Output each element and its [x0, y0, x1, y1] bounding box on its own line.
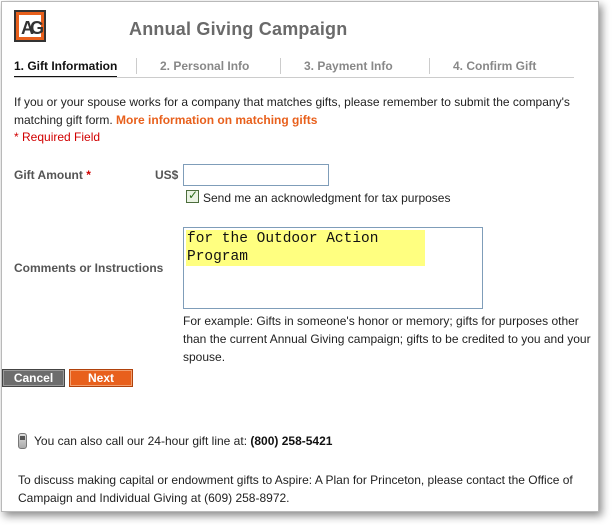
comments-label: Comments or Instructions [14, 261, 164, 275]
tab-gift-information[interactable]: 1. Gift Information [14, 56, 118, 78]
currency-label: US$ [155, 168, 179, 182]
matching-gift-notice: If you or your spouse works for a compan… [14, 93, 589, 129]
phone-icon [18, 433, 27, 449]
gift-amount-label-text: Gift Amount [14, 168, 83, 182]
comments-example-text: For example: Gifts in someone's honor or… [183, 314, 591, 364]
step-tabs: 1. Gift Information 2. Personal Info 3. … [14, 56, 574, 78]
next-button[interactable]: Next [69, 369, 133, 387]
acknowledgment-checkbox[interactable]: ✓ [186, 188, 199, 203]
gift-amount-label: Gift Amount * [14, 168, 91, 182]
acknowledgment-label[interactable]: Send me an acknowledgment for tax purpos… [203, 191, 450, 205]
page-frame: AG Annual Giving Campaign 1. Gift Inform… [1, 1, 599, 512]
tab-payment-info[interactable]: 3. Payment Info [304, 56, 393, 76]
gift-line-info: You can also call our 24-hour gift line … [34, 434, 332, 448]
checkmark-icon: ✓ [188, 188, 199, 202]
gift-line-text: You can also call our 24-hour gift line … [34, 434, 248, 448]
logo-text: AG [21, 18, 44, 38]
tab-personal-info[interactable]: 2. Personal Info [160, 56, 249, 76]
cancel-button[interactable]: Cancel [2, 369, 65, 387]
tab-divider [280, 58, 281, 74]
tab-divider [136, 58, 137, 74]
gift-amount-input[interactable] [183, 164, 329, 186]
gift-line-number: (800) 258-5421 [250, 434, 333, 448]
ag-logo: AG [14, 10, 46, 42]
page-title: Annual Giving Campaign [129, 19, 348, 39]
tab-divider [429, 58, 430, 74]
comments-text: for the Outdoor Action Program [186, 230, 425, 266]
matching-gift-link[interactable]: More information on matching gifts [116, 113, 317, 127]
capital-gifts-note: To discuss making capital or endowment g… [18, 473, 573, 505]
required-mark: * [86, 168, 91, 182]
comments-textarea[interactable]: for the Outdoor Action Program [183, 227, 483, 309]
tab-rule [14, 77, 574, 78]
tab-confirm-gift[interactable]: 4. Confirm Gift [453, 56, 536, 76]
required-field-note: * Required Field [14, 130, 101, 144]
